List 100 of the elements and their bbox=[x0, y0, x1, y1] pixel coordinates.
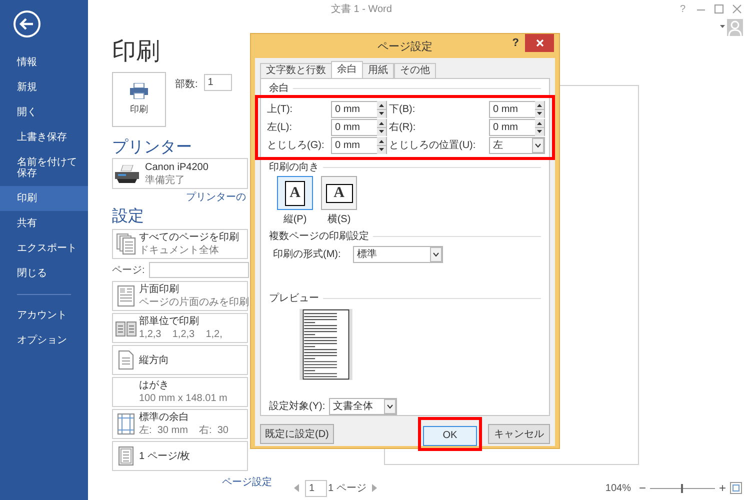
sidebar-item[interactable]: アカウント bbox=[0, 303, 88, 328]
zoom-in-button[interactable]: + bbox=[718, 479, 726, 497]
field-label: ページ: bbox=[112, 264, 145, 278]
spinner-icon[interactable] bbox=[377, 137, 386, 154]
document-icon bbox=[118, 446, 134, 466]
option-label: 横(S) bbox=[327, 212, 351, 227]
document-icon bbox=[118, 350, 134, 370]
cancel-button[interactable]: キャンセル bbox=[488, 424, 550, 444]
spin-field[interactable]: 0 mm bbox=[331, 137, 387, 154]
page-setup-link[interactable]: ページ設定 bbox=[222, 475, 272, 490]
zoom-percentage: 104% bbox=[605, 482, 631, 496]
zoom-out-button[interactable]: − bbox=[638, 479, 646, 497]
set-default-button[interactable]: 既定に設定(D) bbox=[260, 424, 334, 444]
orientation-button[interactable]: A bbox=[277, 176, 313, 210]
tab[interactable]: 文字数と行数 bbox=[260, 63, 332, 78]
page-range-field[interactable] bbox=[148, 262, 249, 278]
field-label: とじしろの位置(U): bbox=[389, 138, 476, 153]
option-subtitle: 100 mm x 148.01 m bbox=[139, 392, 228, 405]
group-label: 余白 bbox=[269, 82, 289, 96]
orientation-button[interactable]: A bbox=[321, 176, 357, 210]
spinner-icon[interactable] bbox=[377, 119, 386, 136]
option-subtitle: 1,2,3 1,2,3 1,2, bbox=[139, 328, 222, 341]
caret-icon[interactable] bbox=[720, 25, 725, 29]
sidebar-item[interactable]: 印刷 bbox=[0, 186, 88, 211]
spinner-icon[interactable] bbox=[535, 101, 544, 118]
field-label: 上(T): bbox=[267, 102, 293, 117]
option-subtitle: ページの片面のみを印刷 bbox=[139, 296, 249, 309]
dropdown[interactable]: 文書全体 bbox=[329, 398, 398, 415]
sidebar-item[interactable]: 閉じる bbox=[0, 261, 88, 286]
settings-dropdown[interactable]: はがき 100 mm x 148.01 m bbox=[112, 377, 248, 407]
field-label: 部数: bbox=[175, 78, 198, 92]
tab[interactable]: 用紙 bbox=[362, 63, 394, 78]
zoom-to-page-icon[interactable] bbox=[730, 482, 742, 494]
print-button[interactable]: 印刷 bbox=[112, 72, 166, 127]
field-label: 印刷の形式(M): bbox=[273, 248, 342, 262]
spin-field[interactable]: 0 mm bbox=[331, 101, 387, 118]
printer-card[interactable]: Canon iP4200 準備完了 bbox=[112, 158, 248, 189]
window-title: 文書 1 - Word bbox=[331, 2, 392, 17]
sidebar-item[interactable]: 情報 bbox=[0, 50, 88, 75]
settings-dropdown[interactable]: 部単位で印刷 1,2,3 1,2,3 1,2, bbox=[112, 313, 248, 343]
printer-name: Canon iP4200 bbox=[145, 160, 208, 174]
option-subtitle: 左: 30 mm 右: 30 bbox=[139, 424, 228, 437]
section-heading: プリンター bbox=[112, 138, 192, 158]
settings-dropdown[interactable]: すべてのページを印刷 ドキュメント全体 bbox=[112, 229, 248, 259]
spin-field[interactable]: 0 mm bbox=[489, 119, 545, 136]
close-button[interactable] bbox=[525, 34, 554, 52]
sidebar-item[interactable]: エクスポート bbox=[0, 236, 88, 261]
settings-dropdown[interactable]: 1 ページ/枚 bbox=[112, 441, 248, 471]
page-thumbnail-drawing bbox=[297, 309, 355, 380]
page-count: 1 ページ bbox=[328, 482, 366, 496]
printer-properties-link[interactable]: プリンターの bbox=[186, 191, 246, 204]
option-title: 縦方向 bbox=[139, 354, 169, 366]
dialog-title: ページ設定 bbox=[378, 40, 432, 55]
sidebar-item[interactable]: 新規 bbox=[0, 75, 88, 100]
option-title: 標準の余白 bbox=[139, 411, 190, 424]
group-label: 複数ページの印刷設定 bbox=[269, 230, 369, 244]
field-label: 右(R): bbox=[389, 121, 416, 135]
sidebar-item[interactable]: 上書き保存 bbox=[0, 125, 88, 150]
spin-field[interactable]: 0 mm bbox=[331, 119, 387, 136]
pages-icon bbox=[115, 319, 137, 337]
settings-dropdown[interactable]: 縦方向 bbox=[112, 345, 248, 375]
field-label: 設定対象(Y): bbox=[269, 400, 326, 414]
margins-icon bbox=[117, 413, 135, 435]
help-button[interactable]: ? bbox=[512, 35, 519, 52]
spin-field[interactable]: 0 mm bbox=[489, 101, 545, 118]
section-heading: 設定 bbox=[112, 207, 144, 227]
back-icon[interactable] bbox=[13, 10, 41, 38]
option-title: 部単位で印刷 bbox=[139, 315, 200, 328]
dropdown[interactable]: 標準 bbox=[353, 246, 443, 263]
sidebar-item[interactable]: 共有 bbox=[0, 211, 88, 236]
slider-thumb[interactable] bbox=[681, 484, 684, 492]
document-icon bbox=[117, 285, 135, 307]
document-icon bbox=[116, 233, 136, 255]
group-label: 印刷の向き bbox=[269, 160, 319, 174]
field-label: 左(L): bbox=[267, 121, 292, 135]
field-label: 下(B): bbox=[389, 103, 416, 117]
page-icon: A bbox=[285, 180, 305, 206]
tab[interactable]: その他 bbox=[394, 63, 436, 78]
tab[interactable]: 余白 bbox=[331, 61, 363, 78]
option-title: 1 ページ/枚 bbox=[139, 450, 190, 462]
sidebar-item[interactable]: 開く bbox=[0, 100, 88, 125]
spinner-icon[interactable] bbox=[377, 101, 386, 118]
maximize-icon[interactable] bbox=[714, 4, 724, 14]
close-icon[interactable] bbox=[732, 4, 742, 14]
ok-button[interactable]: OK bbox=[423, 426, 477, 446]
copies-field[interactable]: 1 bbox=[204, 74, 232, 91]
dropdown[interactable]: 左 bbox=[489, 137, 545, 154]
close-icon bbox=[536, 39, 544, 47]
page-icon: A bbox=[326, 184, 352, 202]
option-title: 片面印刷 bbox=[139, 283, 180, 296]
sidebar-item[interactable]: 名前を付けて保存 bbox=[0, 150, 88, 186]
page-heading: 印刷 bbox=[112, 37, 160, 67]
spinner-icon[interactable] bbox=[535, 119, 544, 136]
page-number-field[interactable]: 1 bbox=[305, 480, 327, 496]
zoom-slider[interactable] bbox=[650, 484, 715, 492]
group-label: プレビュー bbox=[269, 292, 319, 306]
option-title: すべてのページを印刷 bbox=[139, 231, 239, 244]
settings-dropdown[interactable]: 標準の余白 左: 30 mm 右: 30 bbox=[112, 409, 248, 439]
sidebar-item[interactable]: オプション bbox=[0, 328, 88, 353]
settings-dropdown[interactable]: 片面印刷 ページの片面のみを印刷 bbox=[112, 281, 248, 311]
